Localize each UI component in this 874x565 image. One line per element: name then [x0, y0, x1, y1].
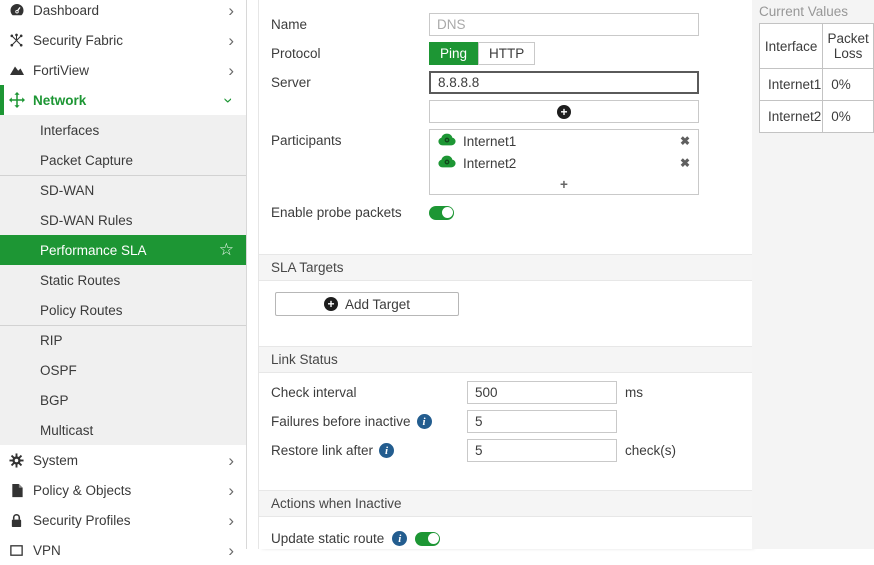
restore-input[interactable] [467, 439, 617, 462]
table-header-row: Interface Packet Loss [758, 23, 874, 69]
wan-cloud-icon [438, 133, 456, 149]
update-static-route-toggle[interactable] [415, 531, 441, 546]
add-server-button[interactable]: + [429, 100, 699, 123]
restore-label: Restore link after [271, 443, 374, 458]
table-row: Internet2 0% [758, 100, 874, 133]
plus-circle-icon: + [557, 104, 571, 119]
sidebar-item-label: Security Fabric [33, 32, 124, 48]
name-label: Name [271, 17, 308, 32]
sidebar-item-security-profiles[interactable]: Security Profiles › [0, 505, 246, 535]
sidebar-item-static-routes[interactable]: Static Routes [0, 265, 246, 295]
chevron-down-icon: › [219, 97, 239, 103]
failures-input[interactable] [467, 410, 617, 433]
column-header-packet-loss: Packet Loss [822, 23, 874, 69]
check-interval-row: Check interval ms [271, 381, 752, 404]
security-fabric-icon [8, 32, 25, 49]
participants-row: Participants Internet1 ✖ Internet2 ✖ + [271, 129, 752, 195]
participants-label: Participants [271, 133, 342, 148]
chevron-right-icon: › [228, 480, 234, 500]
chevron-right-icon: › [228, 450, 234, 470]
add-participant-button[interactable]: + [430, 174, 698, 194]
sidebar-item-interfaces[interactable]: Interfaces [0, 115, 246, 145]
sidebar-item-policy-routes[interactable]: Policy Routes [0, 295, 246, 325]
sidebar-item-label: FortiView [33, 62, 90, 78]
policy-objects-icon [8, 482, 25, 499]
enable-probe-label: Enable probe packets [271, 205, 402, 220]
dashboard-icon [8, 2, 25, 19]
fortiview-icon [8, 62, 25, 79]
gear-icon [8, 452, 25, 469]
name-row: Name [271, 13, 752, 36]
info-icon[interactable]: i [392, 531, 408, 546]
info-icon[interactable]: i [379, 443, 395, 458]
failures-before-inactive-row: Failures before inactive i [271, 410, 752, 433]
sidebar-item-vpn[interactable]: VPN › [0, 535, 246, 565]
update-static-route-label: Update static route [271, 531, 385, 546]
sidebar-item-policy-objects[interactable]: Policy & Objects › [0, 475, 246, 505]
remove-participant-icon[interactable]: ✖ [680, 156, 690, 170]
chevron-right-icon: › [228, 0, 234, 20]
lock-icon [8, 512, 25, 529]
enable-probe-toggle[interactable] [429, 205, 454, 220]
sidebar-item-label: Dashboard [33, 2, 100, 18]
chevron-right-icon: › [228, 60, 234, 80]
sidebar-item-multicast[interactable]: Multicast [0, 415, 246, 445]
info-icon[interactable]: i [416, 414, 432, 429]
name-input[interactable] [429, 13, 699, 36]
sla-targets-section-header: SLA Targets [259, 254, 752, 281]
chevron-right-icon: › [228, 540, 234, 560]
sidebar-item-network[interactable]: Network › [0, 85, 246, 115]
current-values-table: Interface Packet Loss Internet1 0% Inter… [758, 23, 874, 133]
check-interval-input[interactable] [467, 381, 617, 404]
sidebar: Dashboard › Security Fabric › FortiView … [0, 0, 247, 559]
sidebar-item-system[interactable]: System › [0, 445, 246, 475]
server-row: Server [271, 71, 752, 94]
protocol-label: Protocol [271, 46, 321, 61]
protocol-segmented-control: Ping HTTP [429, 42, 536, 65]
participant-item: Internet2 ✖ [430, 152, 698, 174]
add-server-row: + [271, 100, 752, 123]
performance-sla-form: Name Protocol Ping HTTP Server + Partici… [258, 0, 752, 549]
update-static-route-row: Update static route i [271, 527, 752, 550]
failures-label: Failures before inactive [271, 414, 411, 429]
vpn-icon [8, 542, 25, 559]
wan-cloud-icon [438, 155, 456, 171]
server-label: Server [271, 75, 311, 90]
table-row: Internet1 0% [758, 68, 874, 101]
actions-when-inactive-section-header: Actions when Inactive [259, 490, 752, 517]
chevron-right-icon: › [228, 510, 234, 530]
restore-link-after-row: Restore link after i check(s) [271, 439, 752, 462]
sidebar-item-performance-sla[interactable]: Performance SLA ☆ [0, 235, 246, 265]
sidebar-item-sd-wan-rules[interactable]: SD-WAN Rules [0, 205, 246, 235]
sidebar-item-sd-wan[interactable]: SD-WAN [0, 175, 246, 205]
current-values-panel: Current Values Interface Packet Loss Int… [752, 0, 874, 549]
sidebar-item-security-fabric[interactable]: Security Fabric › [0, 25, 246, 55]
sidebar-item-rip[interactable]: RIP [0, 325, 246, 355]
server-input[interactable] [429, 71, 699, 94]
link-status-section-header: Link Status [259, 346, 752, 373]
sidebar-item-dashboard[interactable]: Dashboard › [0, 0, 246, 25]
chevron-right-icon: › [228, 30, 234, 50]
sidebar-item-bgp[interactable]: BGP [0, 385, 246, 415]
network-icon [8, 92, 25, 109]
sidebar-item-packet-capture[interactable]: Packet Capture [0, 145, 246, 175]
participants-list: Internet1 ✖ Internet2 ✖ + [429, 129, 699, 195]
protocol-http-button[interactable]: HTTP [478, 42, 536, 65]
protocol-ping-button[interactable]: Ping [429, 42, 479, 65]
add-target-button[interactable]: + Add Target [275, 292, 459, 316]
current-values-title: Current Values [759, 4, 849, 19]
restore-unit: check(s) [625, 443, 677, 458]
enable-probe-row: Enable probe packets [271, 201, 752, 224]
check-interval-unit: ms [625, 385, 643, 400]
check-interval-label: Check interval [271, 385, 357, 400]
participant-item: Internet1 ✖ [430, 130, 698, 152]
favorite-star-icon[interactable]: ☆ [219, 240, 238, 260]
sidebar-item-label: Network [33, 92, 87, 108]
protocol-row: Protocol Ping HTTP [271, 42, 752, 65]
plus-circle-icon: + [323, 297, 338, 311]
remove-participant-icon[interactable]: ✖ [680, 134, 690, 148]
column-header-interface: Interface [758, 23, 824, 69]
sidebar-item-fortiview[interactable]: FortiView › [0, 55, 246, 85]
sidebar-item-ospf[interactable]: OSPF [0, 355, 246, 385]
